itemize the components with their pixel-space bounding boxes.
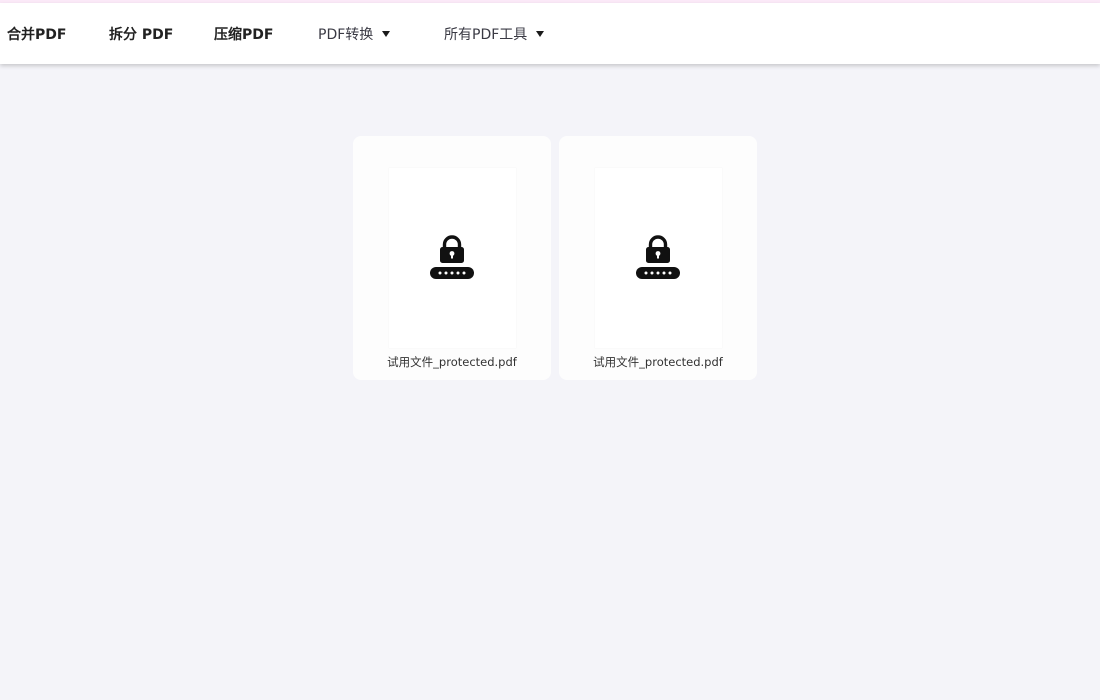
- nav-convert-pdf-dropdown[interactable]: PDF转换: [318, 3, 391, 64]
- file-thumbnail: [595, 168, 722, 348]
- file-card[interactable]: 试用文件_protected.pdf: [559, 136, 757, 380]
- lock-password-icon: [636, 235, 680, 279]
- top-navbar: 合并PDF 拆分 PDF 压缩PDF PDF转换 所有PDF工具: [0, 3, 1100, 64]
- file-name: 试用文件_protected.pdf: [387, 355, 517, 369]
- nav-all-tools-dropdown[interactable]: 所有PDF工具: [444, 3, 545, 64]
- nav-all-tools-label: 所有PDF工具: [444, 26, 528, 43]
- caret-down-icon: [536, 31, 545, 37]
- lock-password-icon: [430, 235, 474, 279]
- nav-merge-pdf[interactable]: 合并PDF: [7, 3, 66, 64]
- nav-compress-pdf[interactable]: 压缩PDF: [214, 3, 273, 64]
- file-card[interactable]: 试用文件_protected.pdf: [353, 136, 551, 380]
- caret-down-icon: [382, 31, 391, 37]
- nav-compress-pdf-label: 压缩PDF: [214, 26, 274, 43]
- file-name: 试用文件_protected.pdf: [593, 355, 723, 369]
- nav-split-pdf[interactable]: 拆分 PDF: [109, 3, 173, 64]
- file-thumbnail: [389, 168, 516, 348]
- nav-convert-pdf-label: PDF转换: [318, 26, 374, 43]
- nav-merge-pdf-label: 合并PDF: [7, 26, 67, 43]
- nav-split-pdf-label: 拆分 PDF: [109, 26, 174, 43]
